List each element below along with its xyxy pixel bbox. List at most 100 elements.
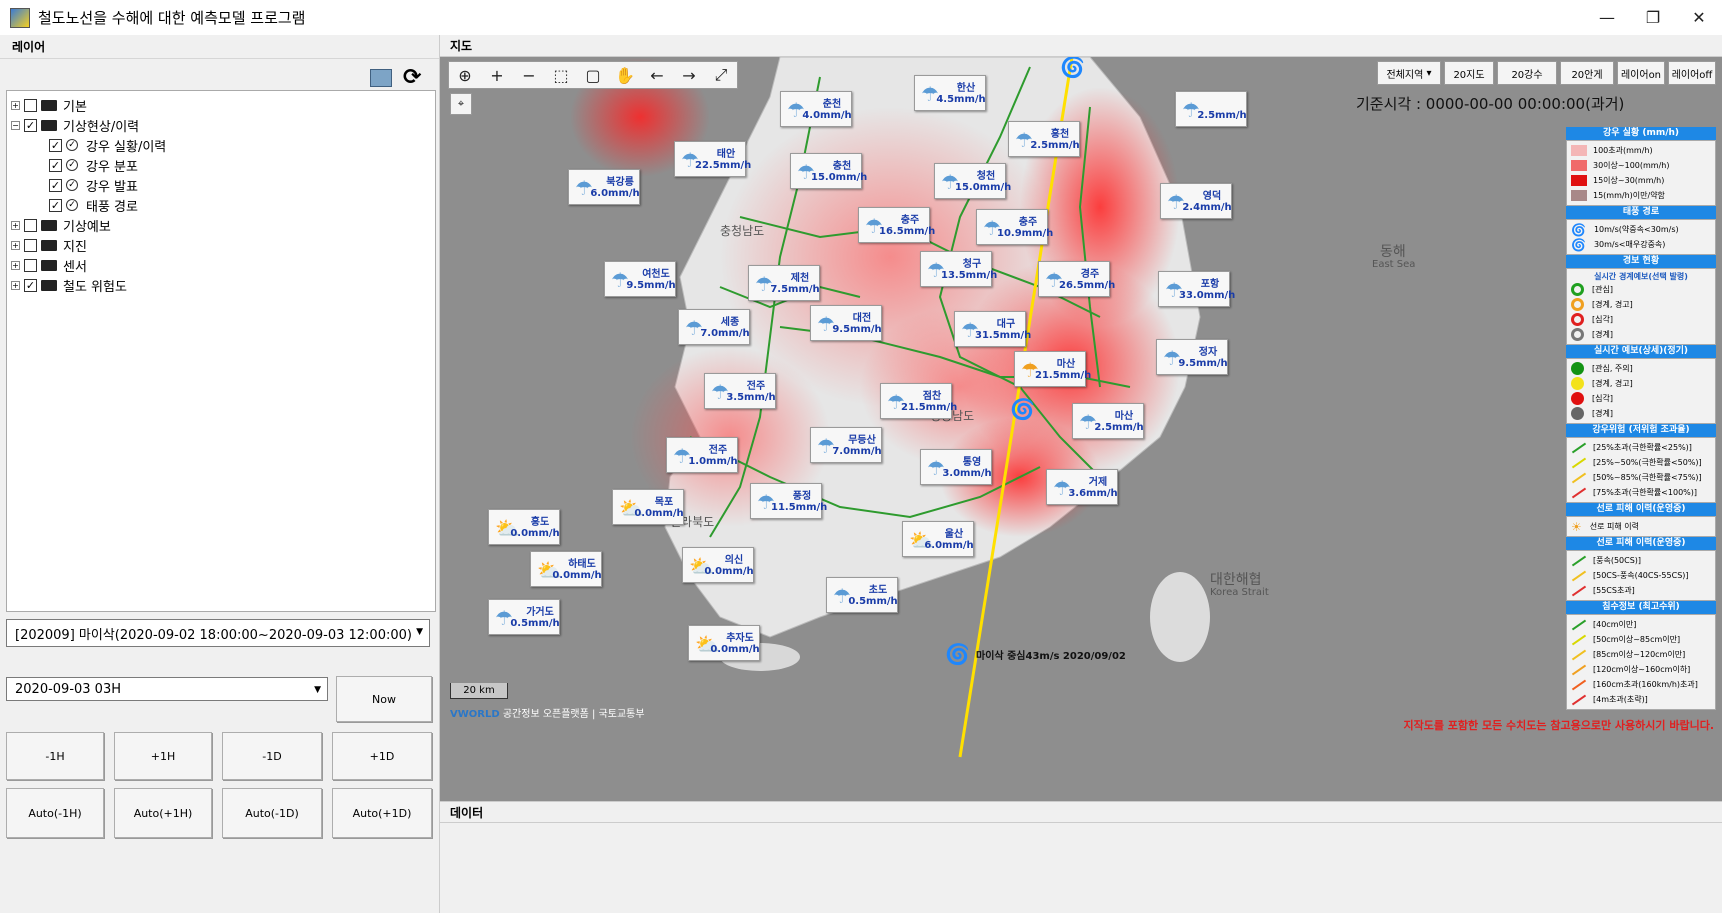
region-button[interactable]: 20안게 [1560, 61, 1614, 85]
weather-station-box[interactable]: ☂ 충주 16.5mm/h [858, 207, 935, 243]
weather-station-box[interactable]: ☂ 북강릉 6.0mm/h [568, 169, 640, 205]
image-export-icon[interactable] [370, 69, 392, 87]
map-view[interactable]: ⊕ + − ⬚ ▢ ✋ ← → ⤢ ⌖ 전체지역 ▾ 20지도 20강수 20안… [440, 57, 1722, 801]
auto-plus-1h-button[interactable]: Auto(+1H) [114, 788, 212, 838]
layer-checkbox[interactable]: ✓ [49, 158, 62, 172]
weather-station-box[interactable]: ☂ 풍정 11.5mm/h [750, 483, 827, 519]
weather-station-box[interactable]: ☂ 포항 33.0mm/h [1158, 271, 1235, 307]
auto-minus-1h-button[interactable]: Auto(-1H) [6, 788, 104, 838]
weather-station-box[interactable]: ☂ 정자 9.5mm/h [1156, 339, 1228, 375]
weather-station-box[interactable]: ☂ 춘천 4.0mm/h [780, 91, 852, 127]
station-value: 6.0mm/h [590, 188, 640, 199]
weather-station-box[interactable]: ☂ 전주 1.0mm/h [666, 437, 738, 473]
close-button[interactable]: ✕ [1676, 0, 1722, 35]
layer-tree-item[interactable]: + 지진 [11, 235, 431, 255]
refresh-icon[interactable]: ⟳ [403, 65, 421, 90]
weather-station-box[interactable]: ☂ 충주 10.9mm/h [976, 209, 1053, 245]
arrow-left-icon[interactable]: ← [641, 62, 673, 88]
weather-station-box[interactable]: ☂ 제천 7.5mm/h [748, 265, 820, 301]
pan-hand-icon[interactable]: ✋ [609, 62, 641, 88]
weather-station-box[interactable]: ☂ 마산 21.5mm/h [1014, 351, 1091, 387]
expand-icon[interactable]: + [11, 280, 20, 290]
region-select[interactable]: 전체지역 ▾ [1377, 61, 1441, 85]
minimize-button[interactable]: — [1584, 0, 1630, 35]
time-select[interactable]: 2020-09-03 03H ▼ [6, 677, 328, 701]
layer-off-button[interactable]: 레이어off [1668, 61, 1716, 85]
layer-tree-item[interactable]: + ✓ 철도 위험도 [11, 275, 431, 295]
weather-station-box[interactable]: ⛅ 울산 6.0mm/h [902, 521, 974, 557]
layer-checkbox[interactable] [24, 258, 37, 272]
weather-station-box[interactable]: ☂ 여천도 9.5mm/h [604, 261, 676, 297]
minus-1h-button[interactable]: -1H [6, 732, 104, 780]
layer-tree-item[interactable]: ✓ ✓ 강우 분포 [11, 155, 431, 175]
weather-station-box[interactable]: ☂ 대구 31.5mm/h [954, 311, 1031, 347]
arrow-right-icon[interactable]: → [673, 62, 705, 88]
weather-station-box[interactable]: ☂ 청구 13.5mm/h [920, 251, 997, 287]
layer-checkbox[interactable] [24, 218, 37, 232]
weather-station-box[interactable]: ☂ 세종 7.0mm/h [678, 309, 750, 345]
layer-tree-item[interactable]: ✓ ✓ 강우 실황/이력 [11, 135, 431, 155]
layer-tree-item[interactable]: + 기본 [11, 95, 431, 115]
weather-station-box[interactable]: ☂ 초도 0.5mm/h [826, 577, 898, 613]
layer-tree-item[interactable]: − ✓ 기상현상/이력 [11, 115, 431, 135]
station-value: 2.5mm/h [1030, 140, 1080, 151]
weather-station-box[interactable]: ☂ 흥천 2.5mm/h [1008, 121, 1080, 157]
weather-station-box[interactable]: ⛅ 하태도 0.0mm/h [530, 551, 602, 587]
station-name: 의신 [724, 555, 744, 566]
weather-station-box[interactable]: ☂ 가거도 0.5mm/h [488, 599, 560, 635]
now-button[interactable]: Now [336, 676, 432, 722]
layer-checkbox[interactable]: ✓ [49, 138, 62, 152]
expand-icon[interactable]: − [11, 120, 20, 130]
plus-1h-button[interactable]: +1H [114, 732, 212, 780]
layer-tree-item[interactable]: ✓ ✓ 태풍 경로 [11, 195, 431, 215]
full-extent-icon[interactable]: ⤢ [705, 62, 737, 88]
layer-tree-item[interactable]: + 센서 [11, 255, 431, 275]
weather-station-box[interactable]: ☂ 경주 26.5mm/h [1038, 261, 1115, 297]
weather-station-box[interactable]: ☂ 청천 15.0mm/h [934, 163, 1011, 199]
layer-on-button[interactable]: 레이어on [1617, 61, 1665, 85]
event-select[interactable]: [202009] 마이삭(2020-09-02 18:00:00~2020-09… [6, 619, 430, 647]
crosshair-icon[interactable]: ⌖ [450, 93, 472, 115]
weather-station-box[interactable]: ⛅ 홍도 0.0mm/h [488, 509, 560, 545]
expand-icon[interactable]: + [11, 100, 20, 110]
expand-icon[interactable]: + [11, 240, 20, 250]
select-box-icon[interactable]: ⬚ [545, 62, 577, 88]
expand-icon[interactable]: + [11, 220, 20, 230]
weather-station-box[interactable]: ☂ 통영 3.0mm/h [920, 449, 992, 485]
weather-station-box[interactable]: ☂ 영덕 2.4mm/h [1160, 183, 1232, 219]
layer-checkbox[interactable]: ✓ [24, 118, 37, 132]
select-area-icon[interactable]: ▢ [577, 62, 609, 88]
weather-station-box[interactable]: ☂ 태안 22.5mm/h [674, 141, 751, 177]
layer-checkbox[interactable]: ✓ [49, 178, 62, 192]
weather-station-box[interactable]: ☂ 점찬 21.5mm/h [880, 383, 957, 419]
layer-checkbox[interactable] [24, 98, 37, 112]
expand-icon[interactable]: + [11, 260, 20, 270]
weather-station-box[interactable]: ☂ 마산 2.5mm/h [1072, 403, 1144, 439]
weather-station-box[interactable]: ☂ 거제 3.6mm/h [1046, 469, 1118, 505]
region-button[interactable]: 20지도 [1444, 61, 1494, 85]
weather-station-box[interactable]: ☂ 2.5mm/h [1175, 91, 1247, 127]
auto-plus-1d-button[interactable]: Auto(+1D) [332, 788, 432, 838]
weather-station-box[interactable]: ⛅ 의신 0.0mm/h [682, 547, 754, 583]
layer-tree-item[interactable]: ✓ ✓ 강우 발표 [11, 175, 431, 195]
weather-station-box[interactable]: ☂ 전주 3.5mm/h [704, 373, 776, 409]
minus-1d-button[interactable]: -1D [222, 732, 322, 780]
zoom-area-icon[interactable]: ⊕ [449, 62, 481, 88]
layer-tree-item[interactable]: + 기상예보 [11, 215, 431, 235]
layer-checkbox[interactable] [24, 238, 37, 252]
weather-station-box[interactable]: ☂ 무등산 7.0mm/h [810, 427, 882, 463]
region-button[interactable]: 20강수 [1497, 61, 1557, 85]
layer-checkbox[interactable]: ✓ [49, 198, 62, 212]
zoom-in-icon[interactable]: + [481, 62, 513, 88]
layer-checkbox[interactable]: ✓ [24, 278, 37, 292]
weather-station-box[interactable]: ☂ 대전 9.5mm/h [810, 305, 882, 341]
zoom-out-icon[interactable]: − [513, 62, 545, 88]
auto-minus-1d-button[interactable]: Auto(-1D) [222, 788, 322, 838]
weather-station-box[interactable]: ⛅ 목포 0.0mm/h [612, 489, 684, 525]
plus-1d-button[interactable]: +1D [332, 732, 432, 780]
weather-station-box[interactable]: ☂ 충천 15.0mm/h [790, 153, 867, 189]
legend-dot [1571, 407, 1584, 420]
weather-station-box[interactable]: ☂ 한산 4.5mm/h [914, 75, 986, 111]
maximize-button[interactable]: ❐ [1630, 0, 1676, 35]
weather-station-box[interactable]: ⛅ 추자도 0.0mm/h [688, 625, 760, 661]
